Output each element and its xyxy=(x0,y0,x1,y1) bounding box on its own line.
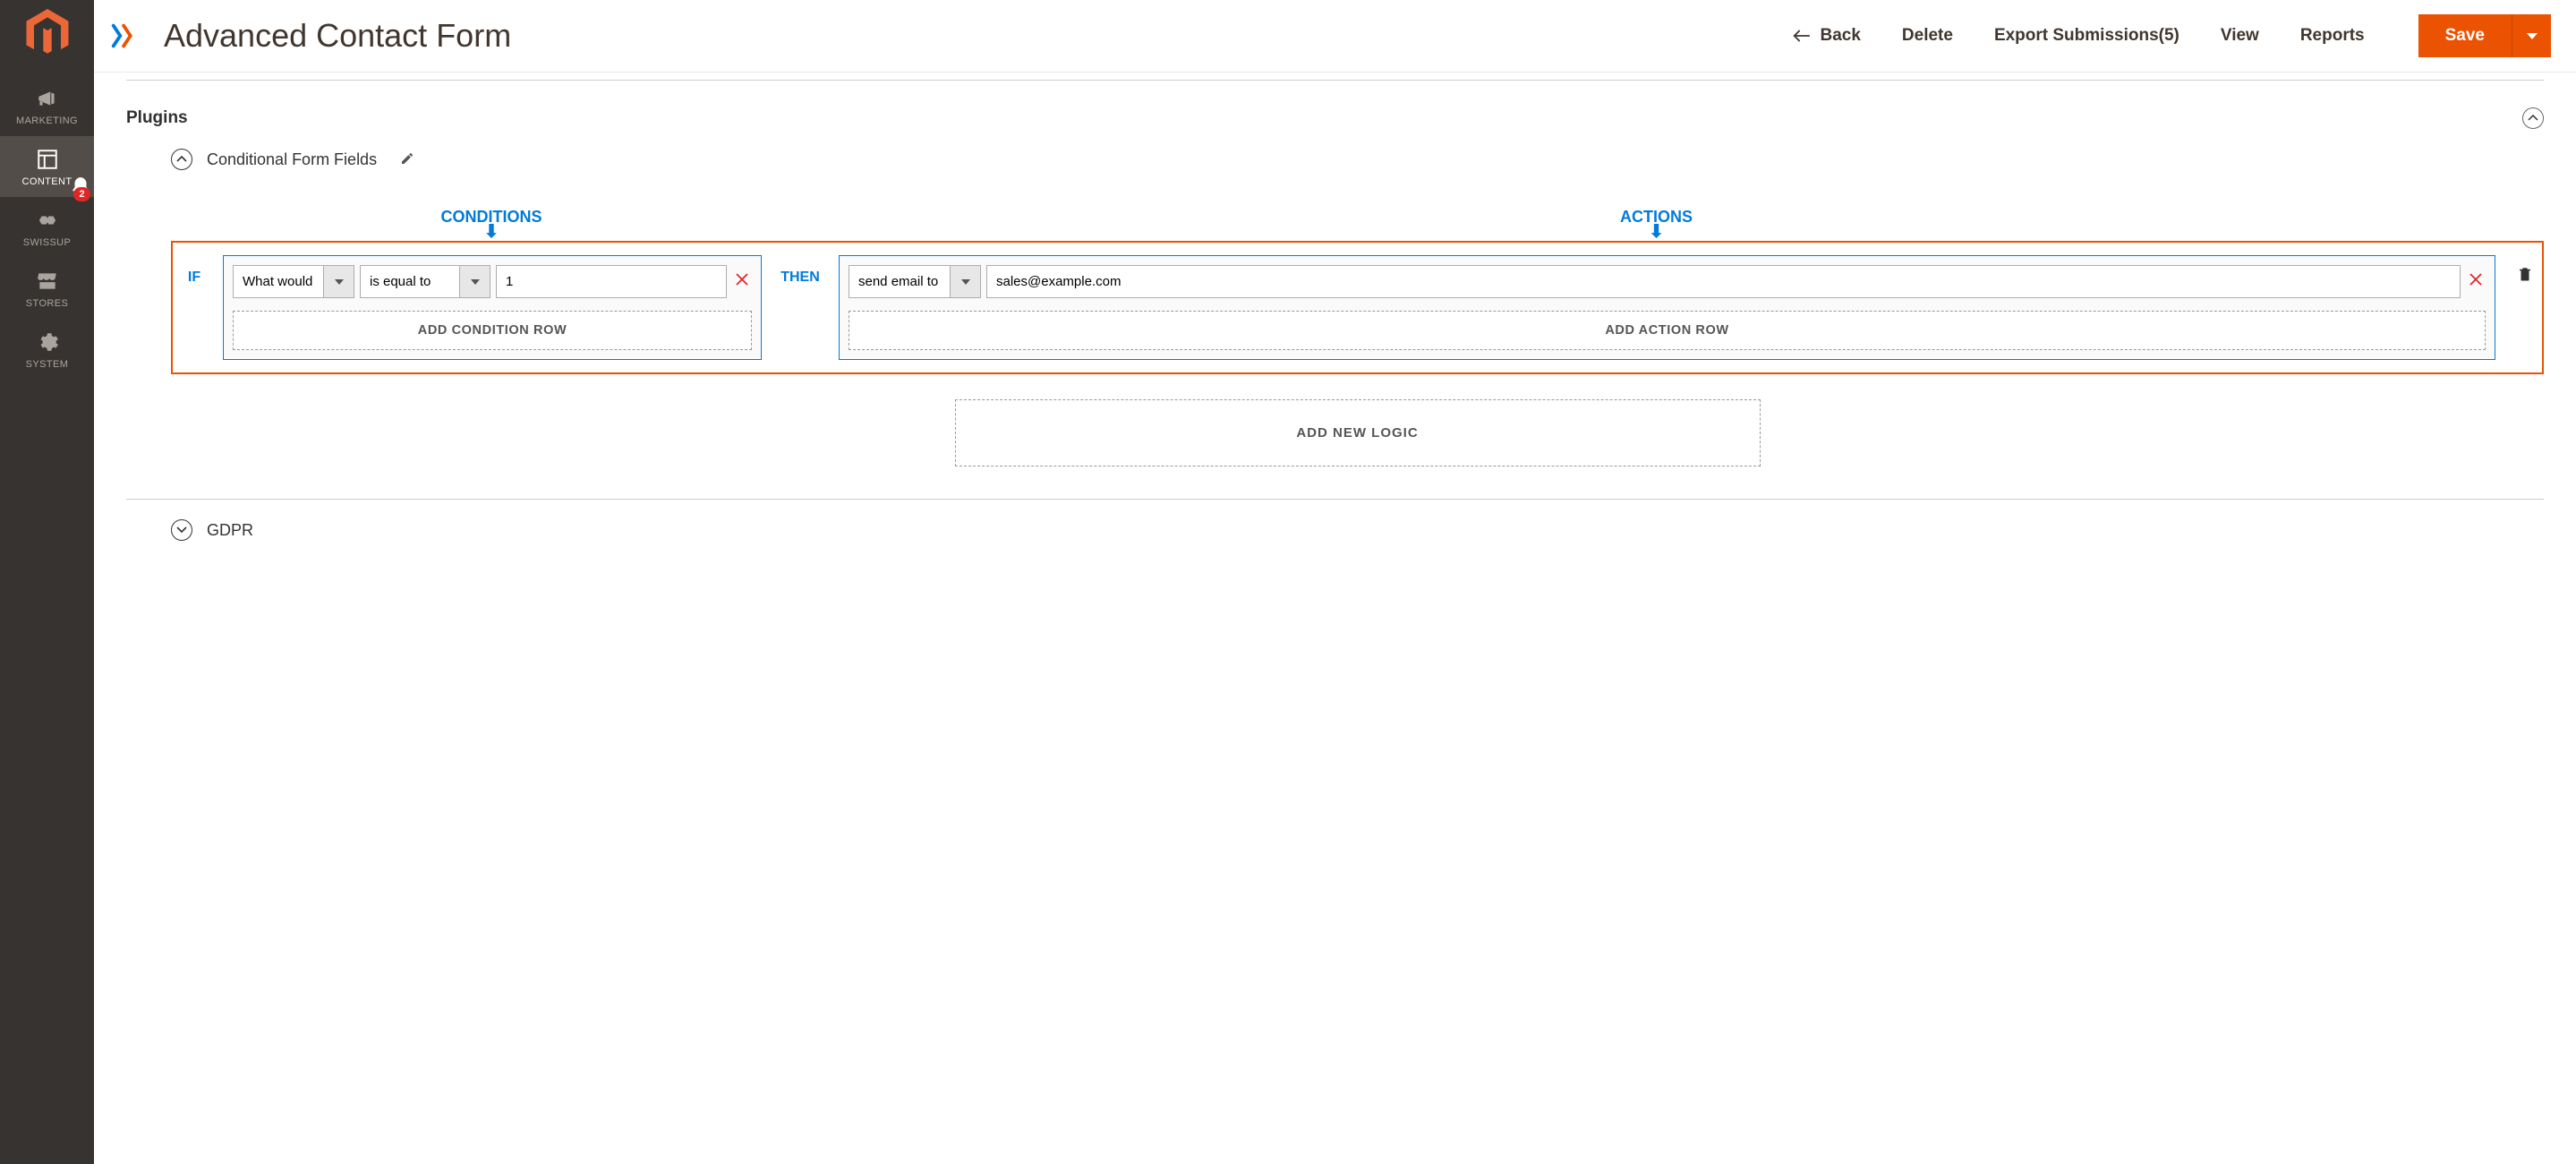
sidebar-label: CONTENT xyxy=(22,176,73,187)
arrow-down-icon: ⬇ xyxy=(1649,227,1664,237)
condition-operator-select[interactable] xyxy=(360,265,490,298)
logic-rule: IF xyxy=(171,241,2544,374)
chevron-down-icon xyxy=(335,279,344,285)
sidebar-label: SWISSUP xyxy=(23,237,72,248)
edit-button[interactable] xyxy=(400,151,414,168)
action-type-select[interactable] xyxy=(849,265,981,298)
condition-field-select[interactable] xyxy=(233,265,354,298)
page-title: Advanced Contact Form xyxy=(164,17,511,55)
magento-logo[interactable] xyxy=(24,7,71,59)
gdpr-collapse-toggle[interactable] xyxy=(171,519,192,541)
sidebar-item-swissup[interactable]: SWISSUP xyxy=(0,197,94,258)
dropdown-toggle[interactable] xyxy=(950,266,980,297)
sub-section-title: Conditional Form Fields xyxy=(207,150,377,169)
remove-action-button[interactable] xyxy=(2466,271,2486,292)
sidebar-item-content[interactable]: CONTENT 2 xyxy=(0,136,94,197)
view-button[interactable]: View xyxy=(2221,26,2259,46)
chevron-down-icon xyxy=(471,279,480,285)
actions-panel: ADD ACTION ROW xyxy=(839,255,2495,360)
megaphone-icon xyxy=(36,87,59,110)
notification-bell[interactable]: 2 xyxy=(69,175,92,199)
add-condition-row-button[interactable]: ADD CONDITION ROW xyxy=(233,311,752,350)
admin-sidebar: MARKETING CONTENT 2 SWISSUP STORES SYSTE… xyxy=(0,0,94,1164)
then-label: THEN xyxy=(778,270,823,286)
hex-icon xyxy=(36,209,59,232)
remove-condition-button[interactable] xyxy=(732,271,752,292)
sidebar-item-marketing[interactable]: MARKETING xyxy=(0,75,94,136)
gdpr-section-title: GDPR xyxy=(207,521,253,540)
sub-collapse-toggle[interactable] xyxy=(171,149,192,170)
back-button[interactable]: Back xyxy=(1791,26,1860,46)
condition-operator-input[interactable] xyxy=(361,266,459,297)
close-icon xyxy=(2469,272,2483,287)
divider xyxy=(126,499,2544,500)
save-dropdown-toggle[interactable] xyxy=(2512,14,2551,57)
sidebar-label: SYSTEM xyxy=(26,359,69,370)
arrow-down-icon: ⬇ xyxy=(484,227,499,237)
store-icon xyxy=(36,270,59,293)
gear-icon xyxy=(36,330,59,354)
pencil-icon xyxy=(400,151,414,166)
dropdown-toggle[interactable] xyxy=(323,266,354,297)
columns-header: CONDITIONS ⬇ ACTIONS ⬇ xyxy=(171,208,2544,237)
chevron-up-icon xyxy=(2528,115,2538,122)
collapse-toggle[interactable] xyxy=(2522,107,2544,129)
module-logo-icon xyxy=(107,17,144,55)
condition-field-input[interactable] xyxy=(234,266,323,297)
add-new-logic-button[interactable]: ADD NEW LOGIC xyxy=(955,399,1761,466)
dropdown-toggle[interactable] xyxy=(459,266,490,297)
action-value-input[interactable] xyxy=(986,265,2461,298)
sidebar-label: STORES xyxy=(26,298,68,309)
chevron-down-icon xyxy=(2527,33,2538,39)
action-type-input[interactable] xyxy=(849,266,950,297)
sidebar-label: MARKETING xyxy=(16,116,78,126)
divider xyxy=(126,80,2544,81)
trash-icon xyxy=(2517,264,2533,284)
chevron-down-icon xyxy=(176,526,187,534)
close-icon xyxy=(735,272,749,287)
sidebar-item-system[interactable]: SYSTEM xyxy=(0,319,94,380)
chevron-down-icon xyxy=(961,279,970,285)
section-title: Plugins xyxy=(126,108,188,128)
condition-value-input[interactable] xyxy=(496,265,727,298)
save-button-group: Save xyxy=(2418,14,2551,57)
header-bar: Advanced Contact Form Back Delete Export… xyxy=(94,0,2576,73)
layout-icon xyxy=(36,148,59,171)
save-button[interactable]: Save xyxy=(2418,14,2512,57)
reports-button[interactable]: Reports xyxy=(2300,26,2365,46)
sidebar-item-stores[interactable]: STORES xyxy=(0,258,94,319)
chevron-up-icon xyxy=(176,156,187,163)
add-action-row-button[interactable]: ADD ACTION ROW xyxy=(849,311,2486,350)
delete-button[interactable]: Delete xyxy=(1902,26,1953,46)
condition-row xyxy=(233,265,752,298)
action-row xyxy=(849,265,2486,298)
export-button[interactable]: Export Submissions(5) xyxy=(1994,26,2179,46)
conditions-panel: ADD CONDITION ROW xyxy=(223,255,762,360)
if-label: IF xyxy=(182,270,207,286)
delete-logic-button[interactable] xyxy=(2517,264,2533,287)
arrow-left-icon xyxy=(1791,29,1811,43)
